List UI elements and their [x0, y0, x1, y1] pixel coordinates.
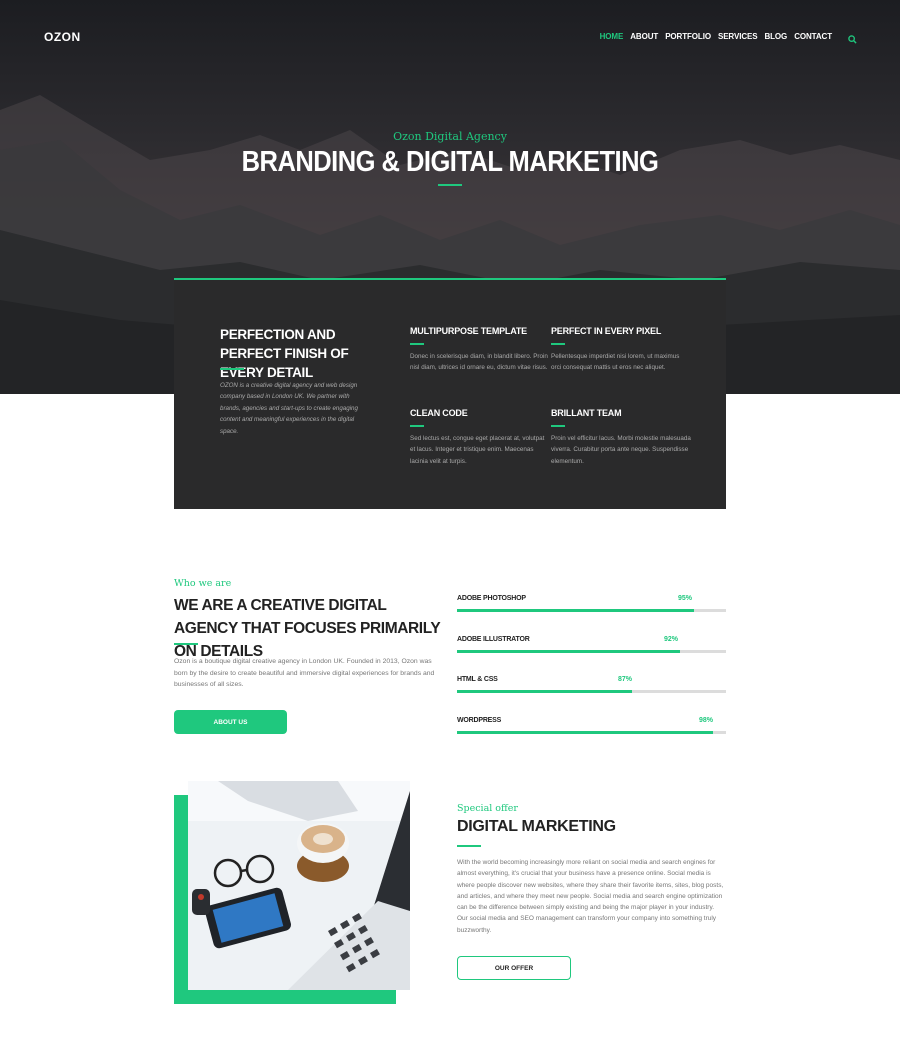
feature-divider: [410, 425, 424, 427]
feature-pixel: PERFECT IN EVERY PIXEL Pellentesque impe…: [551, 326, 691, 374]
nav-contact[interactable]: CONTACT: [794, 32, 832, 41]
about-divider: [174, 643, 198, 645]
feature-title: MULTIPURPOSE TEMPLATE: [410, 326, 527, 336]
feature-text: Pellentesque imperdiet nisi lorem, ut ma…: [551, 353, 680, 372]
feature-team: BRILLANT TEAM Proin vel efficitur lacus.…: [551, 408, 691, 467]
logo[interactable]: OZON: [44, 30, 81, 44]
skill-fill: [457, 731, 713, 734]
intro-title: PERFECTION AND PERFECT FINISH OF EVERY D…: [220, 327, 349, 380]
nav-blog[interactable]: BLOG: [764, 32, 787, 41]
about-title: WE ARE A CREATIVE DIGITAL AGENCY THAT FO…: [174, 597, 441, 660]
skill-name: ADOBE ILLUSTRATOR: [457, 636, 530, 643]
offer-title: DIGITAL MARKETING: [457, 818, 616, 835]
skill-track: [457, 609, 726, 612]
skill-percent: 95%: [678, 595, 693, 602]
intro-divider: [220, 368, 244, 370]
skill-track: [457, 690, 726, 693]
offer-subtitle: Special offer: [457, 803, 518, 814]
search-icon[interactable]: [848, 31, 858, 44]
skill-name: ADOBE PHOTOSHOP: [457, 595, 526, 602]
skill-bar: ADOBE ILLUSTRATOR 92%: [457, 636, 726, 666]
skill-fill: [457, 609, 694, 612]
nav-portfolio[interactable]: PORTFOLIO: [665, 32, 711, 41]
offer-divider: [457, 845, 481, 847]
about-text: Ozon is a boutique digital creative agen…: [174, 658, 435, 688]
skill-name: HTML & CSS: [457, 676, 498, 683]
skill-fill: [457, 650, 681, 653]
our-offer-button[interactable]: OUR OFFER: [457, 956, 571, 980]
nav-home[interactable]: HOME: [600, 32, 624, 41]
skill-name: WORDPRESS: [457, 717, 502, 724]
about-us-button[interactable]: ABOUT US: [174, 710, 287, 734]
feature-text: Sed lectus est, congue eget placerat at,…: [410, 435, 545, 465]
feature-multipurpose: MULTIPURPOSE TEMPLATE Donec in scelerisq…: [410, 326, 550, 374]
skill-bar: HTML & CSS 87%: [457, 676, 726, 706]
skill-fill: [457, 690, 632, 693]
desk-photo: [188, 781, 410, 990]
hero-title: BRANDING & DIGITAL MARKETING: [241, 146, 659, 178]
feature-clean-code: CLEAN CODE Sed lectus est, congue eget p…: [410, 408, 550, 467]
nav-services[interactable]: SERVICES: [718, 32, 758, 41]
intro-text: OZON is a creative digital agency and we…: [220, 382, 358, 435]
feature-text: Proin vel efficitur lacus. Morbi molesti…: [551, 435, 691, 465]
skill-percent: 92%: [664, 636, 679, 643]
main-nav: HOME ABOUT PORTFOLIO SERVICES BLOG CONTA…: [593, 31, 858, 44]
hero-divider: [438, 184, 462, 186]
feature-divider: [551, 343, 565, 345]
feature-divider: [551, 425, 565, 427]
feature-title: PERFECT IN EVERY PIXEL: [551, 326, 662, 336]
skill-bar: WORDPRESS 98%: [457, 717, 726, 747]
hero-subtitle: Ozon Digital Agency: [393, 130, 507, 143]
skill-percent: 98%: [699, 717, 714, 724]
skill-bar: ADOBE PHOTOSHOP 95%: [457, 595, 726, 625]
skill-percent: 87%: [618, 676, 633, 683]
skill-track: [457, 650, 726, 653]
intro-box: PERFECTION AND PERFECT FINISH OF EVERY D…: [174, 278, 726, 509]
skill-track: [457, 731, 726, 734]
offer-image: [174, 781, 410, 1004]
feature-title: BRILLANT TEAM: [551, 408, 622, 418]
feature-text: Donec in scelerisque diam, in blandit li…: [410, 353, 548, 372]
nav-about[interactable]: ABOUT: [630, 32, 658, 41]
offer-text: With the world becoming increasingly mor…: [457, 859, 724, 934]
about-subtitle: Who we are: [174, 578, 232, 589]
feature-divider: [410, 343, 424, 345]
feature-title: CLEAN CODE: [410, 408, 468, 418]
